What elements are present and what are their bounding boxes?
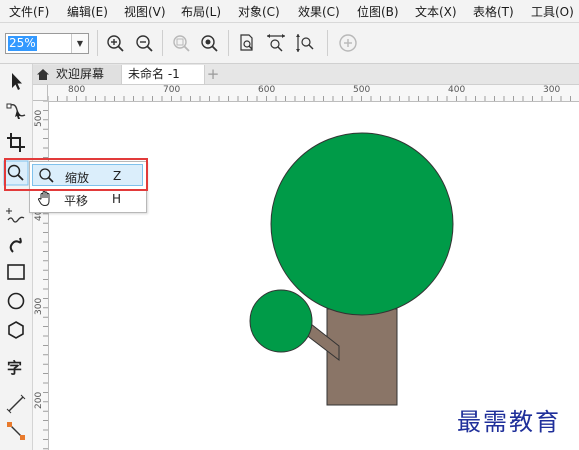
menu-edit[interactable]: 编辑(E) — [67, 3, 108, 20]
toolbox: 字 — [0, 64, 33, 450]
zoom-selected-icon[interactable] — [170, 32, 192, 54]
tab-document[interactable]: 未命名 -1 — [122, 65, 205, 84]
ruler-label: 800 — [68, 85, 86, 95]
flyout-pan-label: 平移 — [64, 194, 89, 208]
menu-text[interactable]: 文本(X) — [415, 3, 457, 20]
flyout-pan-shortcut: H — [112, 192, 122, 206]
tree-canopy-small[interactable] — [249, 289, 313, 353]
ruler-label: 300 — [34, 297, 44, 315]
zoom-all-icon[interactable] — [198, 32, 220, 54]
rectangle-tool-icon[interactable] — [3, 259, 29, 285]
watermark-text: 最需教育 — [457, 408, 561, 436]
connector-tool-icon[interactable] — [3, 418, 29, 444]
ruler-label: 200 — [34, 391, 44, 409]
ruler-label: 300 — [543, 85, 561, 95]
menu-object[interactable]: 对象(C) — [238, 3, 280, 20]
flyout-item-pan[interactable]: 平移 H — [32, 188, 143, 210]
annotation-highlight-box — [4, 158, 148, 191]
tree-canopy-large[interactable] — [270, 132, 454, 316]
drawing-canvas[interactable] — [49, 102, 579, 450]
toolbar-separator — [327, 30, 328, 56]
ellipse-tool-icon[interactable] — [3, 288, 29, 314]
ruler-origin[interactable] — [33, 85, 48, 101]
freehand-tool-icon[interactable] — [3, 202, 29, 228]
menu-tools[interactable]: 工具(O) — [531, 3, 574, 20]
menu-bitmap[interactable]: 位图(B) — [357, 3, 399, 20]
svg-text:字: 字 — [7, 359, 22, 377]
ruler-label: 600 — [258, 85, 276, 95]
toolbar-separator — [228, 30, 229, 56]
drawing-area — [249, 132, 454, 406]
zoom-level-value[interactable]: 25% — [8, 36, 37, 51]
horizontal-ruler[interactable]: 800 700 600 500 400 300 — [48, 85, 579, 102]
menu-layout[interactable]: 布局(L) — [181, 3, 221, 20]
new-tab-button[interactable]: + — [204, 65, 222, 84]
menu-effects[interactable]: 效果(C) — [298, 3, 340, 20]
crop-tool-icon[interactable] — [3, 130, 29, 156]
menu-table[interactable]: 表格(T) — [473, 3, 514, 20]
zoom-width-icon[interactable] — [265, 32, 287, 54]
toolbar-separator — [97, 30, 98, 56]
standard-toolbar: 25% ▼ — [0, 23, 579, 64]
shape-tool-icon[interactable] — [3, 98, 29, 124]
zoom-level-combo[interactable]: 25% ▼ — [5, 33, 89, 54]
ruler-label: 700 — [163, 85, 181, 95]
hand-icon — [37, 190, 50, 207]
home-icon — [37, 69, 49, 80]
menu-bar: 文件(F) 编辑(E) 视图(V) 布局(L) 对象(C) 效果(C) 位图(B… — [0, 0, 579, 23]
horizontal-ruler-ticks — [48, 96, 571, 101]
document-tab-bar: 欢迎屏幕 未命名 -1 + — [33, 64, 579, 85]
ruler-label: 400 — [448, 85, 466, 95]
text-tool-icon[interactable]: 字 — [3, 354, 29, 380]
chevron-down-icon[interactable]: ▼ — [71, 34, 88, 53]
add-icon[interactable] — [337, 32, 359, 54]
tab-welcome-screen[interactable]: 欢迎屏幕 — [33, 65, 122, 84]
artistic-media-tool-icon[interactable] — [3, 230, 29, 256]
polygon-tool-icon[interactable] — [3, 317, 29, 343]
zoom-in-icon[interactable] — [104, 32, 126, 54]
vertical-ruler[interactable]: 500 400 300 200 — [33, 101, 49, 450]
tab-welcome-label: 欢迎屏幕 — [56, 67, 105, 81]
menu-view[interactable]: 视图(V) — [124, 3, 166, 20]
zoom-page-icon[interactable] — [236, 32, 258, 54]
menu-file[interactable]: 文件(F) — [9, 3, 49, 20]
ruler-label: 500 — [353, 85, 371, 95]
zoom-out-icon[interactable] — [133, 32, 155, 54]
tab-document-label: 未命名 -1 — [128, 67, 180, 81]
toolbar-separator — [162, 30, 163, 56]
ruler-label: 500 — [34, 109, 44, 127]
pick-tool-icon[interactable] — [3, 68, 29, 94]
dimension-tool-icon[interactable] — [3, 391, 29, 417]
zoom-height-icon[interactable] — [294, 32, 316, 54]
